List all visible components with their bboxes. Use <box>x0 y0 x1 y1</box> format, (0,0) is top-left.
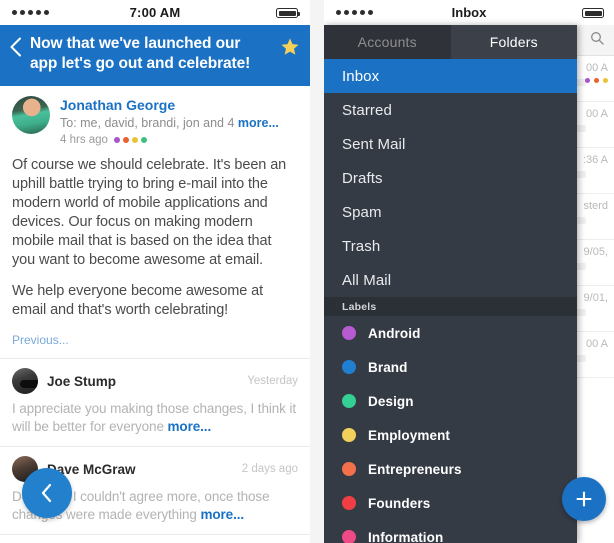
collapsed-message[interactable]: Joe Stump Yesterday I appreciate you mak… <box>0 359 310 447</box>
search-icon[interactable] <box>590 31 604 50</box>
panel-divider <box>310 0 324 543</box>
label-color-dot <box>342 394 356 408</box>
drawer-tab-bar: Accounts Folders <box>324 25 577 59</box>
label-color-dot <box>342 360 356 374</box>
label-name: Founders <box>368 495 431 511</box>
message-paragraph: Of course we should celebrate. It's been… <box>12 157 287 268</box>
collapsed-message-sender: Joe Stump <box>47 373 117 389</box>
label-item-employment[interactable]: Employment <box>324 418 577 452</box>
label-item-founders[interactable]: Founders <box>324 486 577 520</box>
left-phone-screen: 7:00 AM Now that we've launched our app … <box>0 0 310 543</box>
snippet-more-link[interactable]: more... <box>168 419 212 434</box>
label-name: Information <box>368 529 444 543</box>
background-row-time: :36 A <box>582 154 608 166</box>
folder-item-drafts[interactable]: Drafts <box>324 161 577 195</box>
label-color-dot <box>342 428 356 442</box>
label-name: Android <box>368 325 421 341</box>
chevron-left-icon <box>41 483 52 503</box>
label-dot <box>122 137 129 143</box>
collapsed-message-date: 2 days ago <box>241 463 298 475</box>
label-name: Brand <box>368 359 408 375</box>
message-header: Jonathan George To: me, david, brandi, j… <box>12 96 298 147</box>
label-dot <box>113 137 120 143</box>
folder-item-inbox[interactable]: Inbox <box>324 59 577 93</box>
battery-full-icon <box>276 8 300 18</box>
background-row-time: 00 A <box>585 338 608 350</box>
folder-item-sent-mail[interactable]: Sent Mail <box>324 127 577 161</box>
thread-subject: Now that we've launched our app let's go… <box>30 35 251 72</box>
folder-item-spam[interactable]: Spam <box>324 195 577 229</box>
message-body: Of course we should celebrate. It's been… <box>12 156 298 320</box>
collapsed-message-date: Yesterday <box>247 375 298 387</box>
folder-item-all-mail[interactable]: All Mail <box>324 263 577 297</box>
background-row-time: 9/05, <box>583 246 608 258</box>
label-list: Android Brand Design Employment Entrepreneur… <box>324 316 577 543</box>
label-dot <box>131 137 138 143</box>
background-row-time: 00 A <box>585 62 608 74</box>
label-item-android[interactable]: Android <box>324 316 577 350</box>
left-status-bar: 7:00 AM <box>0 0 310 25</box>
collapsed-message[interactable]: Brandi Koskie Last Week Definitely, I co… <box>0 535 310 543</box>
label-name: Design <box>368 393 414 409</box>
collapsed-message-snippet: I appreciate you making those changes, I… <box>12 400 298 436</box>
message-sender[interactable]: Jonathan George <box>60 97 298 114</box>
folder-item-trash[interactable]: Trash <box>324 229 577 263</box>
right-phone-screen: Inbox 00 A 00 A :36 A sterd 9/05, 9/01, 00 A A… <box>324 0 614 543</box>
label-color-dot <box>342 326 356 340</box>
collapsed-message-sender: Dave McGraw <box>47 461 136 477</box>
expanded-message[interactable]: Jonathan George To: me, david, brandi, j… <box>0 86 310 359</box>
screenshot-stage: 7:00 AM Now that we've launched our app … <box>0 0 614 543</box>
label-color-dot <box>342 462 356 476</box>
label-color-dot <box>342 496 356 510</box>
background-row-dots <box>585 78 608 83</box>
message-paragraph: We help everyone become awesome at email… <box>12 283 264 318</box>
label-color-dot <box>342 530 356 543</box>
folder-list: Inbox Starred Sent Mail Drafts Spam Trash All … <box>324 59 577 297</box>
tab-folders[interactable]: Folders <box>450 25 577 59</box>
snippet-text: I appreciate you making those changes, I… <box>12 401 297 434</box>
folders-drawer: Accounts Folders Inbox Starred Sent Mail Dr… <box>324 25 577 543</box>
message-recipients: To: me, david, brandi, jon and 4 more... <box>60 115 298 131</box>
collapsed-message-header: Joe Stump Yesterday <box>12 368 298 394</box>
background-row-time: 9/01, <box>583 292 608 304</box>
right-screen-title: Inbox <box>451 5 487 20</box>
right-status-bar: Inbox <box>324 0 614 25</box>
star-icon[interactable] <box>280 37 300 57</box>
plus-icon <box>576 491 592 507</box>
snippet-more-link[interactable]: more... <box>200 507 244 522</box>
folder-item-starred[interactable]: Starred <box>324 93 577 127</box>
label-dot <box>140 137 147 143</box>
avatar-jonathan-george <box>12 96 50 134</box>
message-label-dots <box>113 137 147 143</box>
labels-section-header: Labels <box>324 297 577 316</box>
message-timeline: 4 hrs ago <box>60 133 298 147</box>
label-name: Entrepreneurs <box>368 461 462 477</box>
recipients-more-link[interactable]: more... <box>238 116 279 130</box>
previous-link[interactable]: Previous... <box>12 332 298 350</box>
compose-fab-button[interactable] <box>562 477 606 521</box>
tab-accounts[interactable]: Accounts <box>324 25 451 59</box>
background-row-time: sterd <box>583 200 608 212</box>
avatar-joe-stump <box>12 368 38 394</box>
recipients-text: To: me, david, brandi, jon and 4 <box>60 116 238 130</box>
back-fab-button[interactable] <box>22 468 72 518</box>
label-name: Employment <box>368 427 451 443</box>
battery-full-icon <box>582 8 604 18</box>
back-chevron-icon[interactable] <box>9 37 22 57</box>
label-item-brand[interactable]: Brand <box>324 350 577 384</box>
label-item-design[interactable]: Design <box>324 384 577 418</box>
status-bar-time: 7:00 AM <box>129 5 181 20</box>
label-item-information[interactable]: Information <box>324 520 577 543</box>
background-row-time: 00 A <box>585 108 608 120</box>
thread-subject-bar: Now that we've launched our app let's go… <box>0 25 310 86</box>
message-time: 4 hrs ago <box>60 134 108 146</box>
label-item-entrepreneurs[interactable]: Entrepreneurs <box>324 452 577 486</box>
